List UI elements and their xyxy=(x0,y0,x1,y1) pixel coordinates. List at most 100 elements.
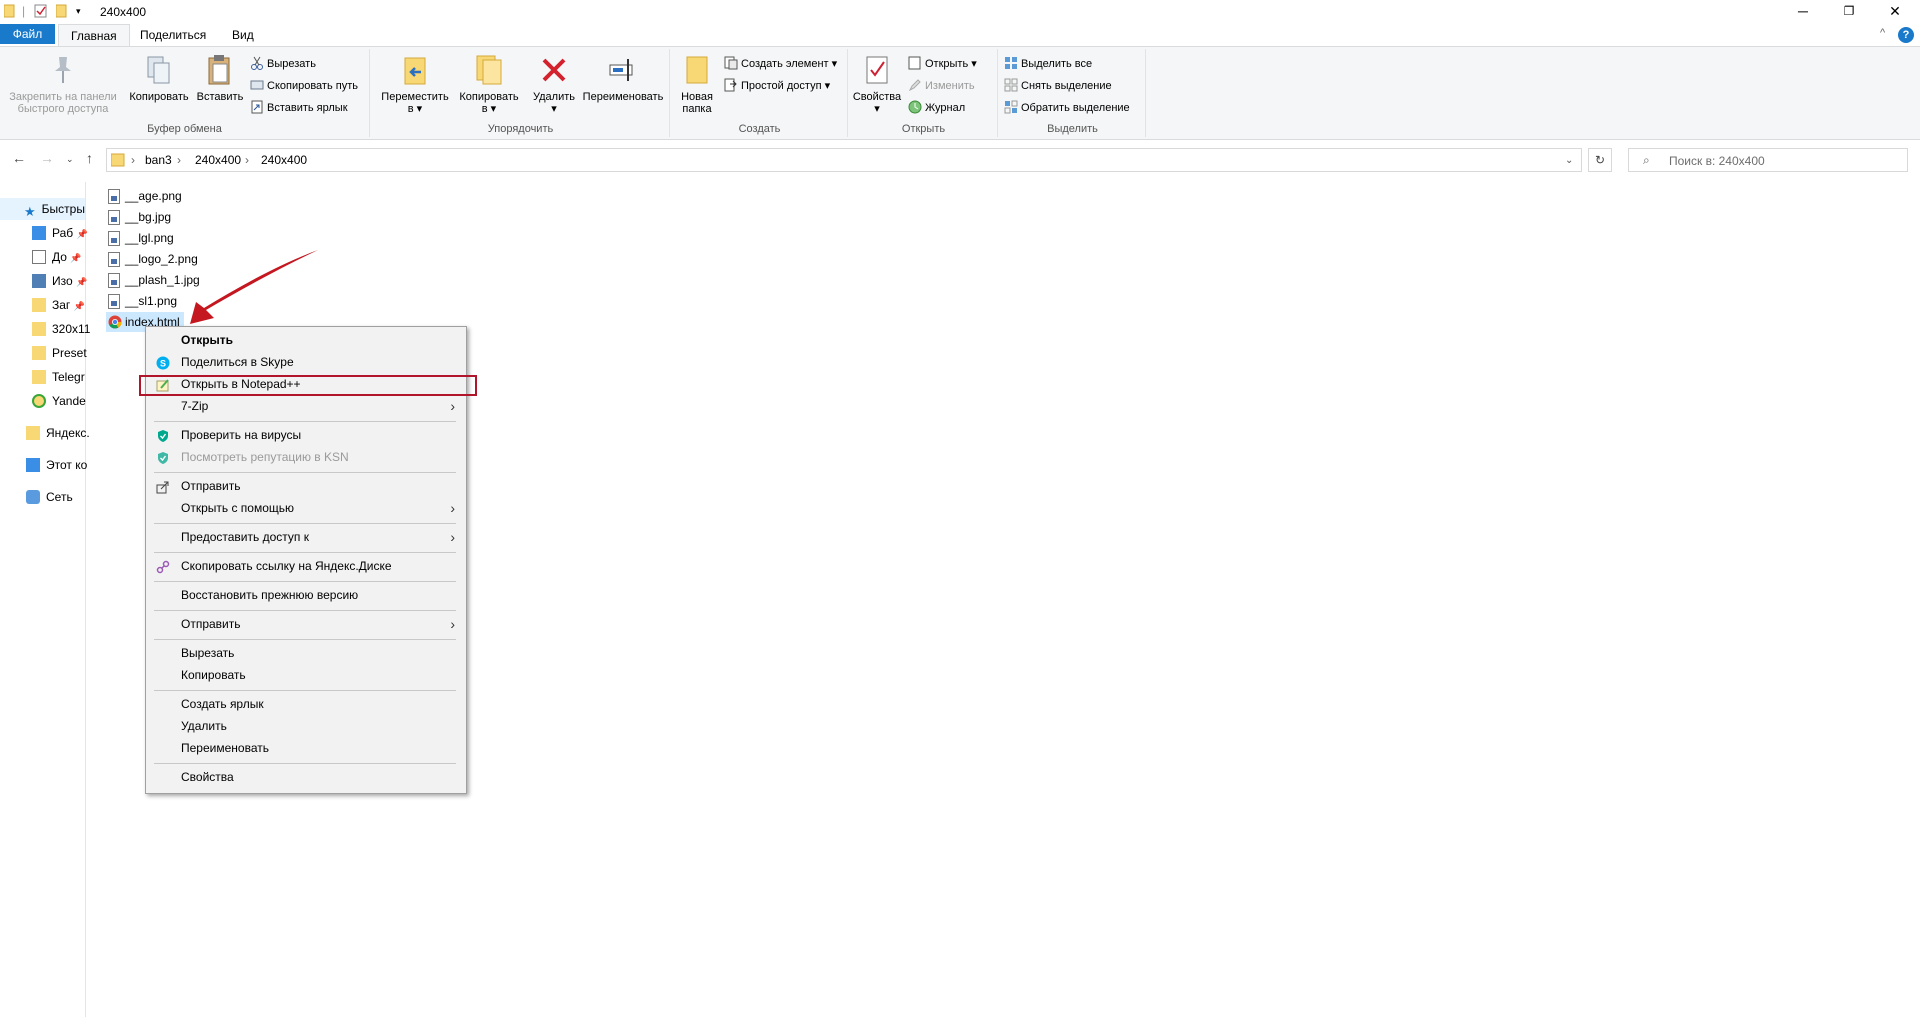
menu-item-properties[interactable]: Свойства xyxy=(147,766,465,788)
properties-label: Свойства xyxy=(852,91,902,103)
minimize-button[interactable]: ─ xyxy=(1780,0,1826,24)
nav-folder-yandex[interactable]: Yande xyxy=(32,390,86,412)
nav-label: Раб xyxy=(52,226,74,240)
new-folder-quick-icon[interactable] xyxy=(55,4,68,20)
nav-label: Preset xyxy=(52,346,87,360)
pin-quick-access-button[interactable]: Закрепить на панели быстрого доступа xyxy=(4,53,122,115)
nav-quick-access[interactable]: ★ Быстры xyxy=(0,198,85,220)
nav-pictures[interactable]: Изо 📌 xyxy=(32,270,87,292)
properties-button[interactable]: Свойства ▾ xyxy=(852,53,902,115)
close-button[interactable]: ✕ xyxy=(1872,0,1918,24)
new-folder-label-2: папка xyxy=(682,103,712,115)
menu-item-delete[interactable]: Удалить xyxy=(147,715,465,737)
list-item[interactable]: __plash_1.jpg xyxy=(108,270,200,290)
tab-share[interactable]: Поделиться xyxy=(128,24,218,46)
menu-item-create-shortcut[interactable]: Создать ярлык xyxy=(147,693,465,715)
up-arrow-icon[interactable]: ↑ xyxy=(86,150,93,166)
nav-this-pc[interactable]: Этот ко xyxy=(26,454,87,476)
customize-quick-access-icon[interactable]: ▾ xyxy=(76,6,81,22)
new-folder-icon xyxy=(680,53,714,87)
copy-path-button[interactable]: Скопировать путь xyxy=(250,77,358,95)
tab-view[interactable]: Вид xyxy=(220,24,266,46)
paste-shortcut-button[interactable]: Вставить ярлык xyxy=(250,99,348,117)
properties-quick-icon[interactable] xyxy=(34,4,48,20)
cut-label: Вырезать xyxy=(267,58,316,70)
address-dropdown-icon[interactable]: ⌄ xyxy=(1565,155,1573,166)
menu-item-copy[interactable]: Копировать xyxy=(147,664,465,686)
invert-selection-button[interactable]: Обратить выделение xyxy=(1004,99,1130,117)
list-item[interactable]: __bg.jpg xyxy=(108,207,171,227)
list-item[interactable]: __age.png xyxy=(108,186,182,206)
menu-item-cut[interactable]: Вырезать xyxy=(147,642,465,664)
menu-item-grant-access[interactable]: Предоставить доступ к › xyxy=(147,526,465,548)
collapse-ribbon-icon[interactable]: ^ xyxy=(1880,27,1885,39)
menu-item-share[interactable]: Отправить xyxy=(147,475,465,497)
breadcrumb-ban3[interactable]: ban3 xyxy=(145,153,172,167)
menu-item-rename[interactable]: Переименовать xyxy=(147,737,465,759)
menu-item-7zip[interactable]: 7-Zip › xyxy=(147,395,465,417)
menu-item-share-skype[interactable]: S Поделиться в Skype xyxy=(147,351,465,373)
nav-documents[interactable]: До 📌 xyxy=(32,246,82,268)
tab-home[interactable]: Главная xyxy=(58,24,130,46)
new-item-button[interactable]: Создать элемент ▾ xyxy=(724,55,837,73)
move-to-icon xyxy=(398,53,432,87)
forward-arrow-icon[interactable]: → xyxy=(40,150,54,166)
nav-folder-telegram[interactable]: Telegr xyxy=(32,366,85,388)
edit-button[interactable]: Изменить xyxy=(908,77,975,95)
copy-to-label-1: Копировать xyxy=(459,91,519,103)
recent-locations-icon[interactable]: ⌄ xyxy=(66,154,74,165)
copy-path-icon xyxy=(250,78,264,92)
back-arrow-icon[interactable]: ← xyxy=(12,150,26,166)
refresh-icon[interactable]: ↻ xyxy=(1588,148,1612,172)
menu-item-yandex-disk-link[interactable]: Скопировать ссылку на Яндекс.Диске xyxy=(147,555,465,577)
menu-item-label: Восстановить прежнюю версию xyxy=(181,588,359,602)
copy-to-button[interactable]: Копировать в ▾ xyxy=(454,53,524,115)
restore-button[interactable]: ❐ xyxy=(1826,0,1872,24)
delete-button[interactable]: Удалить ▾ xyxy=(530,53,578,115)
ribbon: Закрепить на панели быстрого доступа Коп… xyxy=(0,46,1920,140)
open-button[interactable]: Открыть ▾ xyxy=(908,55,977,73)
address-bar[interactable]: › ban3 › 240x400 › 240x400 ⌄ xyxy=(106,148,1582,172)
nav-downloads[interactable]: Заг 📌 xyxy=(32,294,85,316)
cut-button[interactable]: Вырезать xyxy=(250,55,316,73)
select-none-button[interactable]: Снять выделение xyxy=(1004,77,1112,95)
nav-desktop[interactable]: Раб 📌 xyxy=(32,222,88,244)
easy-access-button[interactable]: Простой доступ ▾ xyxy=(724,77,830,95)
list-item[interactable]: __sl1.png xyxy=(108,291,177,311)
move-to-button[interactable]: Переместить в ▾ xyxy=(378,53,452,115)
separator-icon: | xyxy=(22,4,26,18)
rename-button[interactable]: Переименовать xyxy=(578,53,668,103)
history-button[interactable]: Журнал xyxy=(908,99,965,117)
nav-yandex-disk[interactable]: Яндекс. xyxy=(26,422,90,444)
paste-shortcut-icon xyxy=(250,100,264,114)
tab-file[interactable]: Файл xyxy=(0,24,55,44)
nav-folder-320x180[interactable]: 320x11 xyxy=(32,318,90,340)
list-item[interactable]: __logo_2.png xyxy=(108,249,198,269)
paste-button[interactable]: Вставить xyxy=(194,53,246,103)
select-all-button[interactable]: Выделить все xyxy=(1004,55,1092,73)
menu-item-restore-version[interactable]: Восстановить прежнюю версию xyxy=(147,584,465,606)
rename-icon xyxy=(606,53,640,87)
pin-icon: 📌 xyxy=(76,229,88,239)
breadcrumb-240x400[interactable]: 240x400 xyxy=(261,153,307,167)
copy-button[interactable]: Копировать xyxy=(126,53,192,103)
select-none-label: Снять выделение xyxy=(1021,80,1112,92)
menu-item-open[interactable]: Открыть xyxy=(147,329,465,351)
image-file-icon xyxy=(108,210,120,225)
paste-icon xyxy=(203,53,237,87)
edit-label: Изменить xyxy=(925,80,975,92)
menu-separator xyxy=(154,639,456,640)
list-item[interactable]: __lgl.png xyxy=(108,228,174,248)
menu-separator xyxy=(154,552,456,553)
nav-folder-preset[interactable]: Preset xyxy=(32,342,87,364)
menu-item-open-with[interactable]: Открыть с помощью › xyxy=(147,497,465,519)
search-input[interactable]: ⌕ Поиск в: 240x400 xyxy=(1628,148,1908,172)
menu-item-ksn-reputation[interactable]: Посмотреть репутацию в KSN xyxy=(147,446,465,468)
nav-network[interactable]: Сеть xyxy=(26,486,73,508)
menu-item-scan-virus[interactable]: Проверить на вирусы xyxy=(147,424,465,446)
breadcrumb-240x400-parent[interactable]: 240x400 xyxy=(195,153,241,167)
menu-item-send-to[interactable]: Отправить › xyxy=(147,613,465,635)
downloads-icon xyxy=(32,298,46,312)
help-icon[interactable]: ? xyxy=(1898,27,1914,43)
new-folder-button[interactable]: Новая папка xyxy=(674,53,720,115)
